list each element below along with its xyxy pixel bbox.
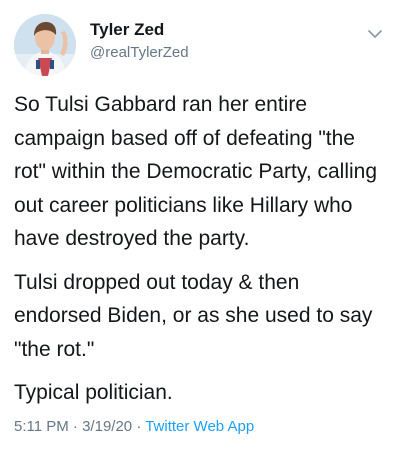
- tweet-paragraph: Tulsi dropped out today & then endorsed …: [14, 270, 373, 361]
- tweet-source-link[interactable]: Twitter Web App: [145, 418, 254, 435]
- tweet-metadata: 5:11 PM · 3/19/20 · Twitter Web App: [14, 418, 254, 435]
- tweet-date[interactable]: 3/19/20: [82, 418, 132, 435]
- user-handle[interactable]: @realTylerZed: [90, 44, 189, 61]
- chevron-down-icon[interactable]: [368, 26, 382, 38]
- tweet-time[interactable]: 5:11 PM: [14, 418, 69, 435]
- separator: ·: [72, 418, 78, 435]
- tweet-paragraph: So Tulsi Gabbard ran her entire campaign…: [14, 93, 378, 250]
- display-name[interactable]: Tyler Zed: [90, 20, 164, 40]
- avatar-image: [14, 14, 76, 76]
- tweet-paragraph: Typical politician.: [14, 381, 173, 404]
- tweet-text: So Tulsi Gabbard ran her entire campaign…: [14, 88, 392, 420]
- avatar[interactable]: [14, 14, 76, 76]
- separator: ·: [136, 418, 142, 435]
- tweet-card: Tyler Zed @realTylerZed So Tulsi Gabbard…: [0, 0, 400, 450]
